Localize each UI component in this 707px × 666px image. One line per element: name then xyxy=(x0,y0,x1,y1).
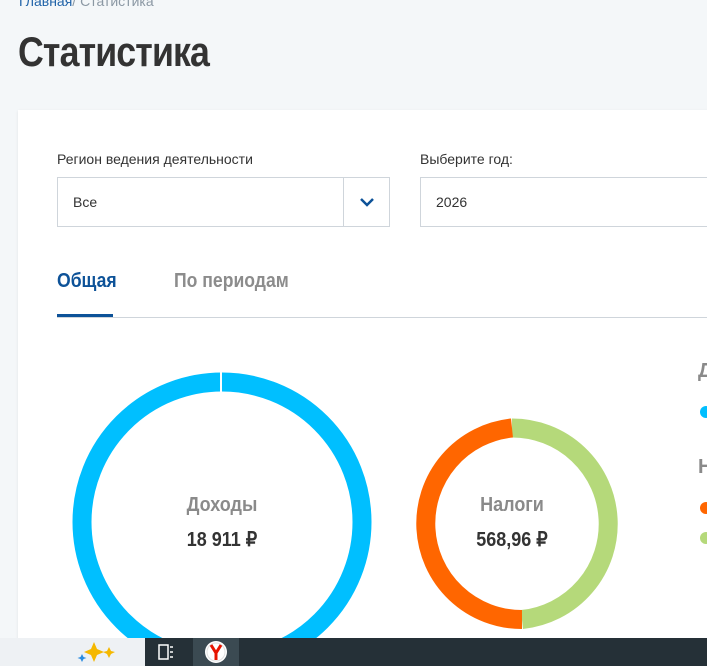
tab-by-periods[interactable]: По периодам xyxy=(174,270,289,293)
income-label: Доходы xyxy=(186,494,258,516)
task-view-icon[interactable] xyxy=(150,638,182,666)
yandex-browser-graphic xyxy=(205,641,227,663)
legend-heading-income: Д xyxy=(698,360,707,382)
year-select-value: 2026 xyxy=(436,194,468,210)
taxes-label: Налоги xyxy=(480,494,544,516)
taxes-summary: Налоги 568,96 ₽ xyxy=(412,494,612,552)
region-select[interactable]: Все xyxy=(57,177,390,227)
chevron-down-icon xyxy=(359,197,374,207)
legend-dot-taxes-green xyxy=(700,532,707,544)
tabs-divider xyxy=(57,317,707,318)
legend-heading-taxes: Н xyxy=(698,456,707,478)
region-label: Регион ведения деятельности xyxy=(57,151,253,167)
sparkle-icon[interactable] xyxy=(76,638,126,666)
income-summary: Доходы 18 911 ₽ xyxy=(122,494,322,552)
yandex-browser-icon[interactable] xyxy=(193,638,239,666)
taskbar xyxy=(0,638,707,666)
taxes-value: 568,96 ₽ xyxy=(476,529,548,551)
year-select[interactable]: 2026 xyxy=(420,177,707,227)
task-view-graphic xyxy=(158,644,173,660)
breadcrumb: Главная/ Статистика xyxy=(19,0,154,9)
legend-dot-taxes-orange xyxy=(700,502,707,514)
tab-general[interactable]: Общая xyxy=(57,270,117,293)
year-label: Выберите год: xyxy=(420,151,513,167)
page-title: Статистика xyxy=(18,28,210,75)
active-tab-indicator xyxy=(57,314,113,317)
income-value: 18 911 ₽ xyxy=(186,529,258,551)
sparkle-icon-graphic xyxy=(77,642,115,662)
region-select-value: Все xyxy=(73,194,98,210)
region-dropdown-toggle[interactable] xyxy=(343,178,389,226)
breadcrumb-current: Статистика xyxy=(80,0,154,9)
legend-dot-income xyxy=(700,406,707,418)
breadcrumb-separator: / xyxy=(72,0,77,9)
breadcrumb-home-link[interactable]: Главная xyxy=(19,0,72,9)
